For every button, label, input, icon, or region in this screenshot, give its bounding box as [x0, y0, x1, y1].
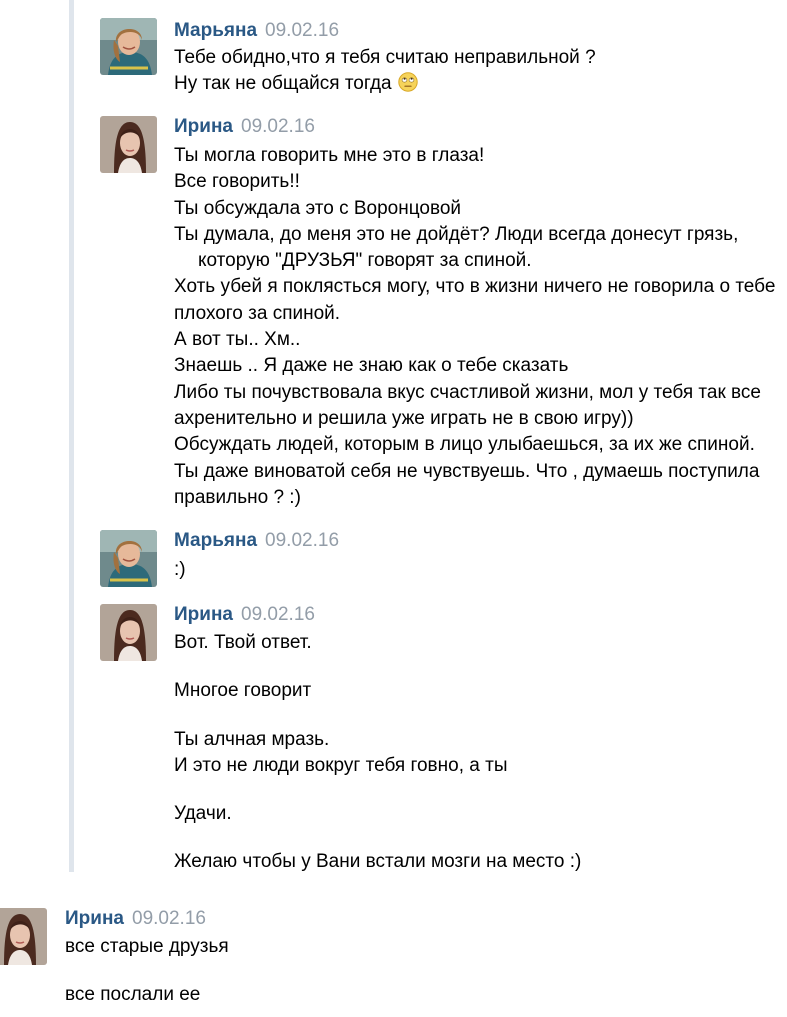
avatar[interactable]: [100, 116, 157, 173]
message-line: Обсуждать людей, которым в лицо улыбаешь…: [174, 434, 755, 456]
message-header: Марьяна 09.02.16: [174, 530, 339, 552]
message-line: правильно ? :): [174, 486, 301, 508]
message-line: Многое говорит: [174, 680, 312, 702]
author-name[interactable]: Марьяна: [174, 20, 257, 41]
message-date[interactable]: 09.02.16: [265, 20, 339, 41]
message-line: Ты могла говорить мне это в глаза!: [174, 145, 485, 166]
message-line: все послали ее: [65, 984, 201, 1006]
message-text: Тебе обидно,что я тебя считаю неправильн…: [174, 45, 596, 98]
message-date[interactable]: 09.02.16: [265, 530, 339, 551]
message-line: ахренительно и решила уже играть не в св…: [174, 407, 634, 429]
rolling-eyes-emoji-icon: [397, 72, 418, 92]
message-date[interactable]: 09.02.16: [132, 908, 206, 929]
message-line: И это не люди вокруг тебя говно, а ты: [174, 754, 508, 776]
message-text: Вот. Твой ответ. Многое говорит Ты алчна…: [174, 630, 581, 876]
message-line-text: Ну так не общайся тогда: [174, 73, 392, 95]
message-line: :): [174, 559, 186, 580]
avatar[interactable]: [100, 18, 157, 75]
message-line: Либо ты почувствовала вкус счастливой жи…: [174, 381, 761, 403]
message-line: Все говорить!!: [174, 171, 300, 193]
message-line: Вот. Твой ответ.: [174, 632, 312, 653]
message-line: Ты даже виноватой себя не чувствуешь. Чт…: [174, 460, 760, 482]
avatar[interactable]: [100, 530, 157, 587]
message-line: А вот ты.. Хм..: [174, 329, 301, 351]
message-header: Марьяна 09.02.16: [174, 20, 339, 42]
author-name[interactable]: Ирина: [174, 116, 233, 137]
message-line: которую "ДРУЗЬЯ" говорят за спиной.: [198, 250, 532, 272]
message-text: :): [174, 557, 186, 583]
forwarded-thread-bar: [69, 0, 74, 872]
message-header: Ирина 09.02.16: [65, 908, 206, 930]
message-line: Удачи.: [174, 803, 232, 825]
message-text: Ты могла говорить мне это в глаза! Все г…: [174, 143, 775, 511]
message-date[interactable]: 09.02.16: [241, 604, 315, 625]
message-line: все старые друзья: [65, 936, 229, 957]
author-name[interactable]: Марьяна: [174, 530, 257, 551]
message-text: все старые друзья все послали ее: [65, 934, 229, 1009]
message-header: Ирина 09.02.16: [174, 116, 315, 138]
message-line: Ну так не общайся тогда: [174, 71, 596, 97]
message-line: Ты обсуждала это с Воронцовой: [174, 197, 462, 219]
message-line: Хоть убей я поклясться могу, что в жизни…: [174, 276, 776, 298]
author-name[interactable]: Ирина: [65, 908, 124, 929]
message-line: Знаешь .. Я даже не знаю как о тебе сказ…: [174, 355, 569, 377]
message-line: плохого за спиной.: [174, 302, 341, 324]
message-line: Ты думала, до меня это не дойдёт? Люди в…: [174, 223, 739, 245]
author-name[interactable]: Ирина: [174, 604, 233, 625]
avatar[interactable]: [0, 908, 47, 965]
message-line: Желаю чтобы у Вани встали мозги на место…: [174, 851, 582, 873]
message-date[interactable]: 09.02.16: [241, 116, 315, 137]
avatar[interactable]: [100, 604, 157, 661]
message-line: Ты алчная мразь.: [174, 728, 330, 750]
message-line: Тебе обидно,что я тебя считаю неправильн…: [174, 47, 596, 68]
message-header: Ирина 09.02.16: [174, 604, 315, 626]
